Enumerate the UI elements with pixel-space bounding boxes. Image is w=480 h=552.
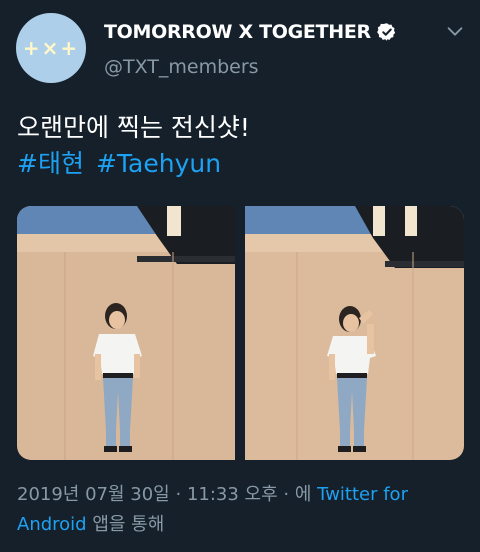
display-name[interactable]: TOMORROW X TOGETHER (104, 21, 371, 43)
tweet-date[interactable]: 2019년 07월 30일 (17, 484, 170, 505)
tweet-time[interactable]: 11:33 오후 (187, 484, 278, 505)
photo-right-image (245, 206, 464, 460)
media-grid (17, 206, 464, 460)
hashtag-taehyun-korean[interactable]: #태현 (17, 146, 84, 182)
hashtag-taehyun[interactable]: #Taehyun (96, 146, 221, 182)
tweet-text: 오랜만에 찍는 전신샷! (17, 113, 250, 142)
photo-right[interactable] (245, 206, 464, 460)
separator-dot: · (175, 484, 182, 505)
photo-left[interactable] (17, 206, 235, 460)
user-handle[interactable]: @TXT_members (104, 56, 259, 78)
via-prefix: 에 (294, 484, 312, 505)
chevron-down-icon[interactable] (444, 20, 466, 42)
verified-badge-icon (377, 23, 396, 41)
via-suffix: 앱을 통해 (92, 514, 165, 535)
hashtag-list: #태현 #Taehyun (17, 146, 221, 182)
photo-left-image (17, 206, 235, 460)
tweet-metadata: 2019년 07월 30일 · 11:33 오후 · 에 Twitter for… (17, 480, 467, 540)
separator-dot-2: · (283, 484, 290, 505)
author-name-row[interactable]: TOMORROW X TOGETHER (104, 21, 397, 43)
avatar-logo-text: +×+ (22, 36, 80, 60)
avatar[interactable]: +×+ (16, 13, 86, 83)
